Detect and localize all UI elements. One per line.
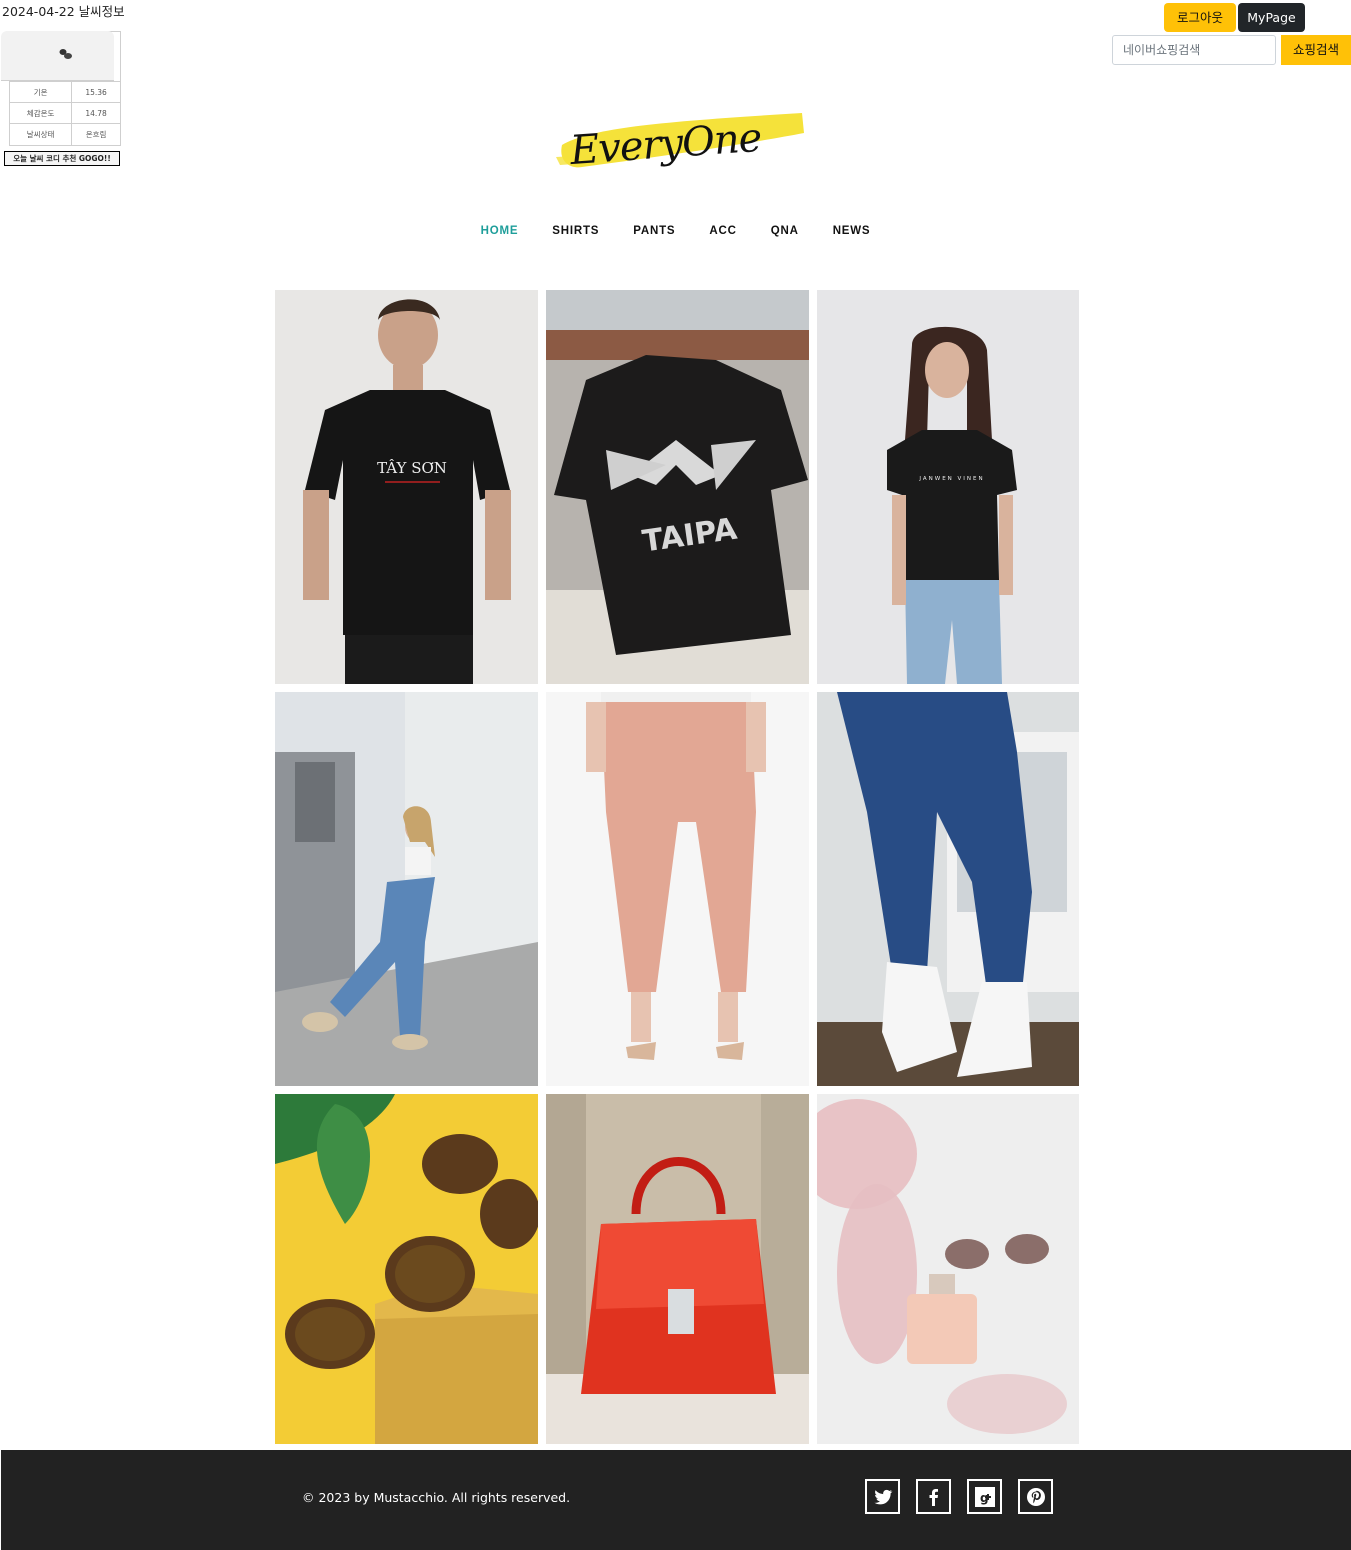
logo-text: EveryOne	[568, 115, 763, 174]
shirt-print: TÂY SƠN	[377, 459, 447, 477]
mypage-button[interactable]: MyPage	[1238, 3, 1305, 32]
weather-table: 기온 15.36 체감온도 14.78 날씨상태 온흐림	[10, 81, 120, 145]
weather-row: 체감온도 14.78	[10, 102, 120, 124]
woman-tshirt-photo: JANWEN VINEN	[817, 290, 1079, 684]
gallery-item-shirt-man[interactable]: TÂY SƠN	[275, 290, 538, 684]
weather-label: 체감온도	[10, 102, 72, 124]
pink-pants-photo	[546, 692, 809, 1086]
weather-value: 15.36	[71, 81, 120, 103]
gallery-item-shirt-woman[interactable]: JANWEN VINEN	[817, 290, 1079, 684]
cloud-icon	[59, 49, 72, 59]
weather-row: 기온 15.36	[10, 81, 120, 103]
jeans-sneakers-photo	[817, 692, 1079, 1086]
weather-value: 14.78	[71, 102, 120, 124]
gallery-item-pants-jeans[interactable]	[817, 692, 1079, 1086]
everyone-logo[interactable]: EveryOne	[552, 105, 807, 175]
gallery-item-acc-perfume[interactable]	[817, 1094, 1079, 1444]
gallery-item-acc-bag[interactable]	[546, 1094, 809, 1444]
google-plus-icon[interactable]: g	[967, 1479, 1002, 1514]
shopping-search-button[interactable]: 쇼핑검색	[1281, 35, 1351, 65]
perfume-sunglasses-photo	[817, 1094, 1079, 1444]
sunglasses-photo	[275, 1094, 538, 1444]
nav-item-news[interactable]: NEWS	[833, 225, 871, 237]
weather-row: 날씨상태 온흐림	[10, 123, 120, 145]
nav-item-qna[interactable]: QNA	[771, 225, 799, 237]
weather-value: 온흐림	[71, 123, 120, 145]
man-tshirt-photo: TÂY SƠN	[275, 290, 538, 684]
weather-table-box: 기온 15.36 체감온도 14.78 날씨상태 온흐림	[1, 31, 121, 146]
flat-tshirt-photo: TAIPA	[546, 290, 809, 684]
pinterest-icon[interactable]	[1018, 1479, 1053, 1514]
weather-label: 기온	[10, 81, 72, 103]
red-bag-photo	[546, 1094, 809, 1444]
woman-jeans-photo	[275, 692, 538, 1086]
footer: © 2023 by Mustacchio. All rights reserve…	[1, 1450, 1351, 1550]
gallery-item-shirt-flat[interactable]: TAIPA	[546, 290, 809, 684]
facebook-icon[interactable]	[916, 1479, 951, 1514]
gallery-item-acc-sunglasses[interactable]	[275, 1094, 538, 1444]
gallery-item-pants-pink[interactable]	[546, 692, 809, 1086]
main-nav: HOME SHIRTS PANTS ACC QNA NEWS	[0, 225, 1351, 237]
outfit-recommend-button[interactable]: 오늘 날씨 코디 추천 GOGO!!	[4, 151, 120, 166]
copyright-text: © 2023 by Mustacchio. All rights reserve…	[302, 1490, 571, 1505]
logout-button[interactable]: 로그아웃	[1164, 3, 1236, 32]
nav-item-pants[interactable]: PANTS	[633, 225, 675, 237]
nav-item-acc[interactable]: ACC	[709, 225, 736, 237]
nav-item-shirts[interactable]: SHIRTS	[552, 225, 599, 237]
shirt-print: JANWEN VINEN	[918, 476, 984, 482]
weather-title: 2024-04-22 날씨정보	[2, 4, 125, 19]
gallery-item-pants-street[interactable]	[275, 692, 538, 1086]
twitter-icon[interactable]	[865, 1479, 900, 1514]
weather-icon-cell	[1, 31, 114, 81]
shopping-search-input[interactable]	[1112, 35, 1276, 65]
nav-item-home[interactable]: HOME	[481, 225, 519, 237]
weather-label: 날씨상태	[10, 123, 72, 145]
